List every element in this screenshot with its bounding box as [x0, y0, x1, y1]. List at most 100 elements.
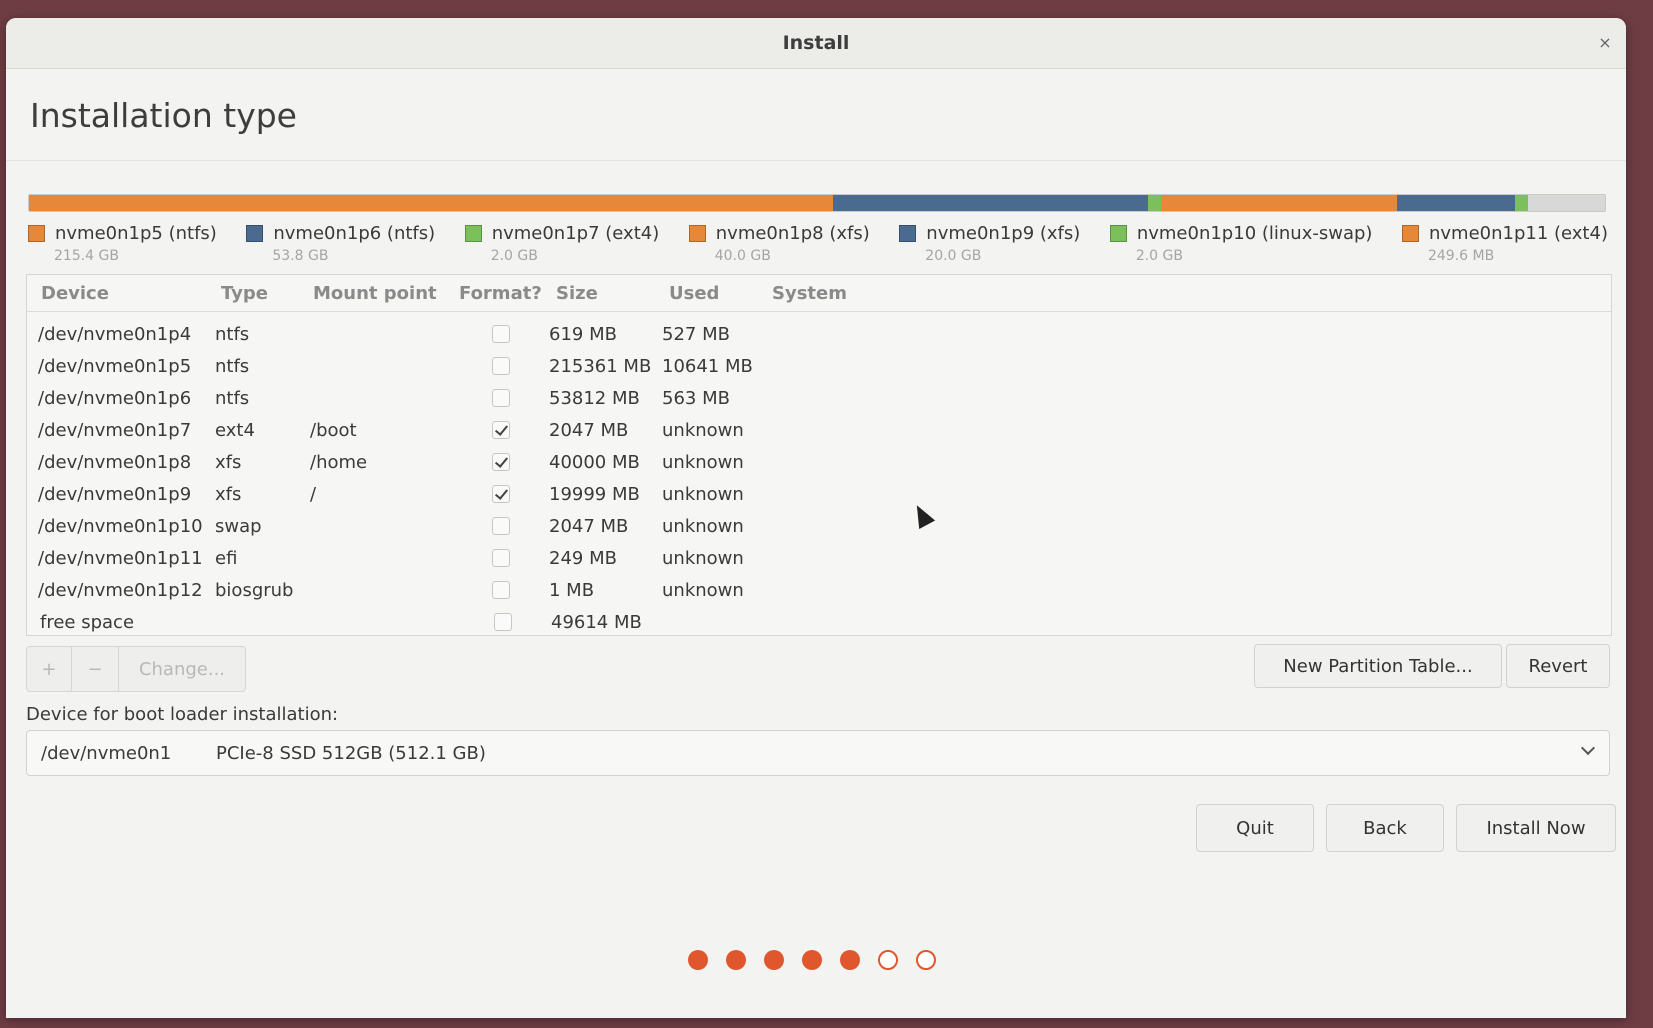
cell-size: 49614 MB — [551, 611, 642, 633]
format-checkbox[interactable] — [492, 549, 510, 567]
format-checkbox[interactable] — [492, 581, 510, 599]
cell-size: 53812 MB — [549, 387, 640, 409]
table-row[interactable]: /dev/nvme0n1p8 xfs/home 40000 MB unknown — [27, 446, 1611, 478]
cell-device: /dev/nvme0n1p9 — [38, 483, 192, 505]
legend-item: nvme0n1p10 (linux-swap) 2.0 GB — [1109, 223, 1373, 264]
bootloader-label: Device for boot loader installation: — [26, 704, 339, 725]
legend-item: nvme0n1p5 (ntfs) 215.4 GB — [28, 223, 217, 264]
legend-item: nvme0n1p7 (ext4) 2.0 GB — [464, 223, 660, 264]
table-row[interactable]: /dev/nvme0n1p7 ext4/boot 2047 MB unknown — [27, 414, 1611, 446]
legend-label: nvme0n1p10 (linux-swap) — [1136, 223, 1373, 244]
legend-label: nvme0n1p7 (ext4) — [491, 223, 660, 244]
cell-used: unknown — [662, 451, 744, 473]
table-row[interactable]: /dev/nvme0n1p5 ntfs 215361 MB 10641 MB — [27, 350, 1611, 382]
cell-used: 527 MB — [662, 323, 730, 345]
partition-bar-segment — [29, 195, 833, 211]
legend-size: 249.6 MB — [1427, 248, 1495, 264]
format-checkbox[interactable] — [492, 517, 510, 535]
new-partition-table-button[interactable]: New Partition Table... — [1254, 644, 1502, 688]
partition-table[interactable]: Device Type Mount point Format? Size Use… — [26, 274, 1612, 636]
legend-color-swatch — [464, 225, 482, 242]
legend-label: nvme0n1p8 (xfs) — [715, 223, 870, 244]
cell-size: 2047 MB — [549, 419, 629, 441]
cell-device: /dev/nvme0n1p8 — [38, 451, 192, 473]
table-row[interactable]: /dev/nvme0n1p10 swap 2047 MB unknown — [27, 510, 1611, 542]
format-checkbox[interactable] — [492, 357, 510, 375]
header-mount-point[interactable]: Mount point — [313, 283, 459, 304]
header-used[interactable]: Used — [669, 283, 772, 304]
back-button[interactable]: Back — [1326, 804, 1444, 852]
table-row[interactable]: /dev/nvme0n1p9 xfs / 19999 MB unknown — [27, 478, 1611, 510]
partition-bar-segment — [1515, 195, 1528, 211]
page-title: Installation type — [30, 96, 297, 135]
format-checkbox[interactable] — [492, 389, 510, 407]
revert-button[interactable]: Revert — [1506, 644, 1610, 688]
header-type[interactable]: Type — [218, 283, 313, 304]
quit-button[interactable]: Quit — [1196, 804, 1314, 852]
cell-format — [456, 549, 549, 567]
legend-item: nvme0n1p6 (ntfs) 53.8 GB — [246, 223, 435, 264]
table-row[interactable]: /dev/nvme0n1p12 biosgrub 1 MB unknown — [27, 574, 1611, 606]
header-device[interactable]: Device — [27, 283, 218, 304]
cell-device: /dev/nvme0n1p5 — [38, 355, 192, 377]
format-checkbox[interactable] — [492, 421, 510, 439]
installer-window: Install × Installation type nvme0n1p5 (n… — [6, 18, 1626, 1018]
table-row[interactable]: free space 49614 MB — [27, 606, 1611, 638]
step-dot — [878, 950, 898, 970]
cell-type: biosgrub — [215, 579, 294, 601]
legend-color-swatch — [246, 225, 264, 242]
cell-type: ntfs — [215, 323, 250, 345]
step-dot — [726, 950, 746, 970]
close-button[interactable]: × — [1594, 32, 1616, 54]
legend-label: nvme0n1p9 (xfs) — [926, 223, 1081, 244]
legend-item: nvme0n1p9 (xfs) 20.0 GB — [899, 223, 1080, 264]
format-checkbox[interactable] — [494, 613, 512, 631]
add-partition-button[interactable]: + — [27, 647, 72, 691]
legend-color-swatch — [1109, 225, 1127, 242]
bootloader-device: /dev/nvme0n1 — [41, 742, 172, 764]
cell-size: 215361 MB — [549, 355, 652, 377]
cell-size: 249 MB — [549, 547, 617, 569]
partition-bar-segment — [832, 195, 1148, 211]
format-checkbox[interactable] — [492, 453, 510, 471]
legend-label: nvme0n1p5 (ntfs) — [55, 223, 217, 244]
change-partition-button[interactable]: Change... — [119, 647, 245, 691]
partition-usage-bar — [28, 194, 1606, 212]
legend-label: nvme0n1p11 (ext4) — [1428, 223, 1608, 244]
table-row[interactable]: /dev/nvme0n1p4 ntfs 619 MB 527 MB — [27, 318, 1611, 350]
cell-used: unknown — [662, 483, 744, 505]
legend-size: 2.0 GB — [1135, 248, 1183, 264]
step-dot — [764, 950, 784, 970]
remove-partition-button[interactable]: − — [72, 647, 119, 691]
cell-format — [456, 485, 549, 503]
cell-device: /dev/nvme0n1p7 — [38, 419, 192, 441]
cell-format — [456, 357, 549, 375]
cell-mount-point: /boot — [310, 419, 357, 441]
format-checkbox[interactable] — [492, 485, 510, 503]
cell-type: ntfs — [215, 355, 250, 377]
cell-type: xfs — [215, 451, 242, 473]
cell-used: 10641 MB — [662, 355, 753, 377]
step-dot — [916, 950, 936, 970]
format-checkbox[interactable] — [492, 325, 510, 343]
step-progress-indicator — [688, 950, 954, 970]
legend-item: nvme0n1p8 (xfs) 40.0 GB — [688, 223, 870, 264]
cell-device: /dev/nvme0n1p6 — [38, 387, 192, 409]
install-now-button[interactable]: Install Now — [1456, 804, 1616, 852]
cell-type: ext4 — [215, 419, 255, 441]
chevron-down-icon — [1580, 740, 1596, 756]
table-row[interactable]: /dev/nvme0n1p6 ntfs 53812 MB 563 MB — [27, 382, 1611, 414]
table-row[interactable]: /dev/nvme0n1p11 efi 249 MB unknown — [27, 542, 1611, 574]
header-system[interactable]: System — [772, 283, 972, 304]
bootloader-device-select[interactable]: /dev/nvme0n1 PCIe-8 SSD 512GB (512.1 GB) — [26, 730, 1610, 776]
cell-format — [456, 325, 549, 343]
partition-bar-segment — [1527, 195, 1605, 211]
cell-size: 2047 MB — [549, 515, 629, 537]
bootloader-device-description: PCIe-8 SSD 512GB (512.1 GB) — [216, 742, 486, 764]
cell-used: unknown — [662, 419, 744, 441]
header-format[interactable]: Format? — [459, 283, 556, 304]
header-size[interactable]: Size — [556, 283, 669, 304]
legend-item: nvme0n1p11 (ext4) 249.6 MB — [1401, 223, 1608, 264]
legend-color-swatch — [1401, 225, 1419, 242]
partition-bar-segment — [1147, 195, 1161, 211]
